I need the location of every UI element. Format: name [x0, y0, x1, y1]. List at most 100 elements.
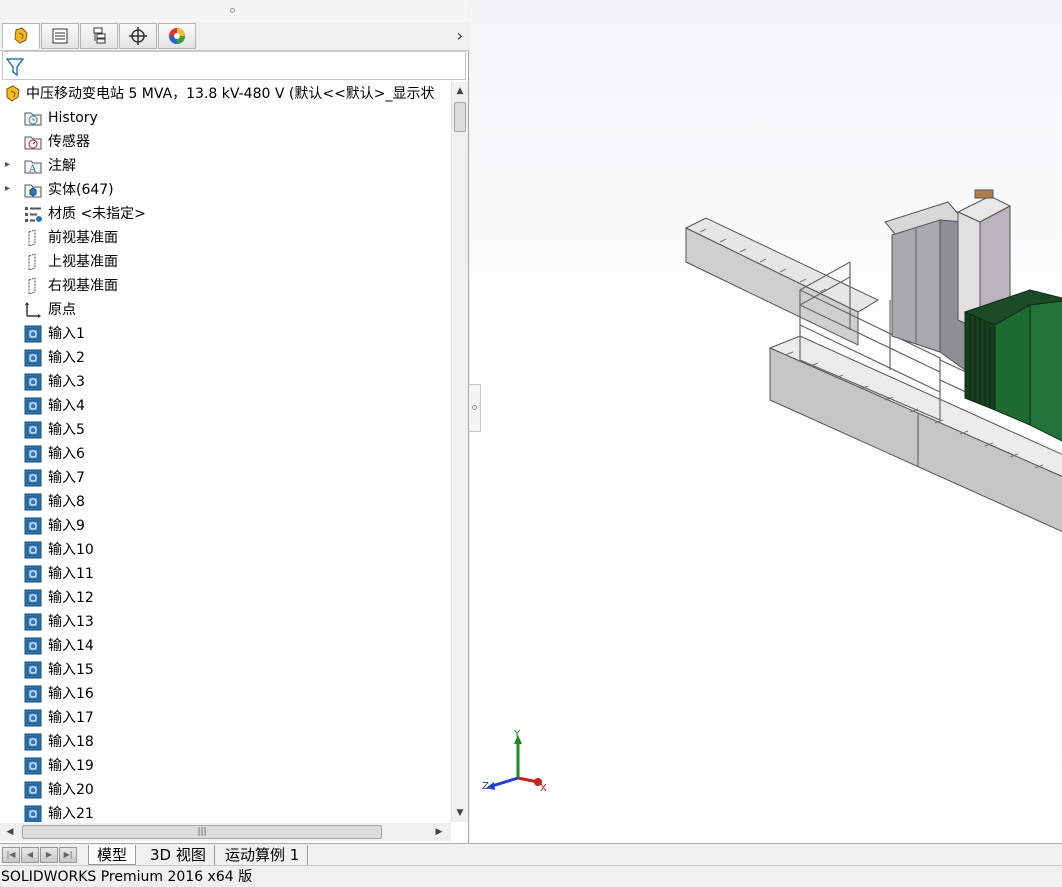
- origin-icon: [24, 301, 42, 319]
- coordinate-triad: Y X Z: [482, 729, 547, 794]
- scroll-thumb-horizontal[interactable]: |||: [22, 825, 382, 839]
- imported-body-icon: [24, 733, 42, 751]
- part-icon: [4, 85, 22, 103]
- tab-configuration-manager[interactable]: [80, 23, 118, 49]
- scroll-up-icon[interactable]: ▲: [452, 82, 468, 100]
- tree-item-label: 原点: [48, 302, 76, 318]
- imported-body-icon: [24, 685, 42, 703]
- material-icon: [24, 205, 42, 223]
- next-tab-icon[interactable]: ▶: [40, 847, 58, 863]
- imported-body-icon: [24, 349, 42, 367]
- feature-manager-panel: › 中压移动变电站 5 MVA，13.8 kV-480 V (默认<<默认>_显…: [0, 0, 469, 843]
- manager-tab-strip: ›: [0, 22, 469, 51]
- status-text: SOLIDWORKS Premium 2016 x64 版: [1, 869, 253, 885]
- last-tab-icon[interactable]: ▶|: [59, 847, 77, 863]
- solid-bodies-folder-icon: [24, 181, 42, 199]
- prev-tab-icon[interactable]: ◀: [21, 847, 39, 863]
- first-tab-icon[interactable]: |◀: [2, 847, 20, 863]
- tab-motion-study[interactable]: 运动算例 1: [217, 845, 309, 865]
- tree-item-label: 输入20: [48, 782, 94, 798]
- imported-body-icon: [24, 805, 42, 822]
- tree-item-label: 传感器: [48, 134, 90, 150]
- expand-arrow-icon[interactable]: ▸: [5, 183, 10, 194]
- tab-3d-view[interactable]: 3D 视图: [142, 845, 215, 865]
- annotations-folder-icon: A: [24, 157, 42, 175]
- tab-model[interactable]: 模型: [88, 845, 137, 865]
- history-folder-icon: [24, 109, 42, 127]
- imported-body-icon: [24, 781, 42, 799]
- tree-item-label: 输入16: [48, 686, 94, 702]
- plane-icon: [24, 253, 42, 271]
- crosshair-icon: [129, 27, 147, 45]
- plane-icon: [24, 229, 42, 247]
- 3d-model-view[interactable]: Y X Z: [470, 0, 1062, 843]
- imported-body-icon: [24, 493, 42, 511]
- status-bar: SOLIDWORKS Premium 2016 x64 版: [0, 865, 1062, 887]
- tree-item-label: 实体(647): [48, 182, 114, 198]
- feature-tree: 中压移动变电站 5 MVA，13.8 kV-480 V (默认<<默认>_显示状…: [0, 82, 450, 822]
- panel-grip[interactable]: [0, 0, 469, 22]
- imported-body-icon: [24, 373, 42, 391]
- tree-item-label: 输入4: [48, 398, 85, 414]
- imported-body-icon: [24, 637, 42, 655]
- tree-item-label: 输入8: [48, 494, 85, 510]
- imported-body-icon: [24, 469, 42, 487]
- imported-body-icon: [24, 325, 42, 343]
- plane-icon: [24, 277, 42, 295]
- imported-body-icon: [24, 445, 42, 463]
- imported-body-icon: [24, 661, 42, 679]
- scroll-thumb[interactable]: [454, 102, 466, 132]
- tab-feature-manager[interactable]: [2, 23, 40, 49]
- tree-item-label: 输入2: [48, 350, 85, 366]
- tree-item-label: 输入17: [48, 710, 94, 726]
- tree-item-label: 输入9: [48, 518, 85, 534]
- tree-filter-field[interactable]: [2, 51, 466, 80]
- scroll-left-icon[interactable]: ◀: [2, 823, 18, 841]
- tab-scroll-right-icon[interactable]: ›: [457, 26, 463, 45]
- tree-item-label: 材质 <未指定>: [48, 206, 146, 222]
- configuration-manager-icon: [93, 27, 106, 44]
- imported-body-icon: [24, 421, 42, 439]
- tree-root-label: 中压移动变电站 5 MVA，13.8 kV-480 V (默认<<默认>_显示状: [26, 86, 435, 102]
- tree-item-label: 输入15: [48, 662, 94, 678]
- imported-body-icon: [24, 397, 42, 415]
- tree-item-label: 上视基准面: [48, 254, 118, 270]
- tree-item-label: 输入12: [48, 590, 94, 606]
- display-manager-icon: [169, 28, 185, 44]
- feature-manager-icon: [14, 27, 28, 44]
- tree-item-label: 输入10: [48, 542, 94, 558]
- tree-item-label: 右视基准面: [48, 278, 118, 294]
- imported-body-icon: [24, 757, 42, 775]
- bottom-tab-bar: |◀ ◀ ▶ ▶| 模型 3D 视图 运动算例 1: [0, 843, 1062, 865]
- tab-display-manager[interactable]: [158, 23, 196, 49]
- scroll-down-icon[interactable]: ▼: [452, 804, 468, 822]
- imported-body-icon: [24, 517, 42, 535]
- imported-body-icon: [24, 541, 42, 559]
- tree-item-label: 输入3: [48, 374, 85, 390]
- tree-item-label: 注解: [48, 158, 76, 174]
- scroll-right-icon[interactable]: ▶: [431, 823, 447, 841]
- expand-arrow-icon[interactable]: ▸: [5, 159, 10, 170]
- tree-horizontal-scrollbar[interactable]: ◀ ||| ▶: [0, 823, 451, 841]
- panel-splitter[interactable]: [469, 384, 481, 432]
- tree-item-label: 输入11: [48, 566, 94, 582]
- tree-item-label: 输入6: [48, 446, 85, 462]
- tree-item-label: 输入18: [48, 734, 94, 750]
- tab-property-manager[interactable]: [41, 23, 79, 49]
- graphics-viewport[interactable]: Y X Z: [470, 0, 1062, 843]
- imported-body-icon: [24, 709, 42, 727]
- tree-item-label: 前视基准面: [48, 230, 118, 246]
- tree-item-label: 输入14: [48, 638, 94, 654]
- filter-icon: [6, 58, 24, 77]
- tree-item-label: 输入7: [48, 470, 85, 486]
- sensor-folder-icon: [24, 133, 42, 151]
- tree-vertical-scrollbar[interactable]: ▲ ▼: [451, 82, 468, 822]
- imported-body-icon: [24, 589, 42, 607]
- tree-item-label: 输入5: [48, 422, 85, 438]
- triad-y-label: Y: [513, 729, 521, 740]
- tree-item-label: 输入1: [48, 326, 85, 342]
- imported-body-icon: [24, 613, 42, 631]
- tab-dimxpert-manager[interactable]: [119, 23, 157, 49]
- tree-item-label: 输入21: [48, 806, 94, 822]
- property-manager-icon: [52, 28, 68, 44]
